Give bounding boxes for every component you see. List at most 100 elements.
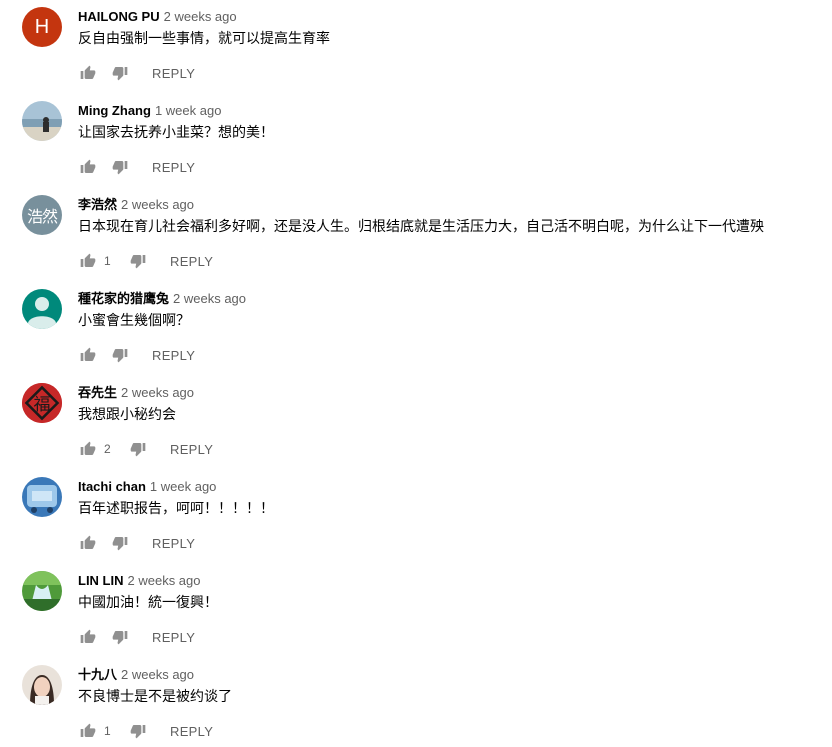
avatar[interactable]: 浩然 bbox=[22, 195, 62, 235]
thumb-down-icon bbox=[130, 441, 146, 457]
comment-timestamp[interactable]: 2 weeks ago bbox=[128, 573, 201, 588]
author-name[interactable]: Itachi chan bbox=[78, 479, 146, 494]
thumb-up-icon bbox=[80, 535, 96, 551]
author-name[interactable]: 種花家的猎鹰兔 bbox=[78, 291, 169, 306]
avatar[interactable] bbox=[22, 665, 62, 705]
like-button[interactable] bbox=[80, 159, 96, 175]
avatar-initials: 浩然 bbox=[26, 207, 58, 226]
comment-header: 十九八 2 weeks ago bbox=[78, 666, 194, 684]
comment-header: HAILONG PU 2 weeks ago bbox=[78, 8, 237, 26]
thumb-up-icon bbox=[80, 629, 96, 645]
like-button[interactable] bbox=[80, 723, 96, 739]
comment-toolbar: REPLY bbox=[78, 343, 195, 367]
thumb-down-icon bbox=[112, 65, 128, 81]
author-name[interactable]: LIN LIN bbox=[78, 573, 124, 588]
dislike-button[interactable] bbox=[112, 535, 128, 551]
avatar[interactable] bbox=[22, 289, 62, 329]
thumb-up-icon bbox=[80, 723, 96, 739]
like-button[interactable] bbox=[80, 441, 96, 457]
comment-item: Ming Zhang 1 week ago 让国家去抚养小韭菜？想的美！ REPLY bbox=[0, 101, 832, 195]
comment-timestamp[interactable]: 2 weeks ago bbox=[121, 385, 194, 400]
dislike-button[interactable] bbox=[130, 253, 146, 269]
like-count: 2 bbox=[104, 442, 111, 456]
comment-text: 反自由强制一些事情，就可以提高生育率 bbox=[78, 31, 330, 47]
comment-text: 让国家去抚养小韭菜？想的美！ bbox=[78, 125, 274, 141]
comment-text: 日本现在育儿社会福利多好啊，还是没人生。归根结底就是生活压力大，自己活不明白呢，… bbox=[78, 219, 764, 235]
dislike-button[interactable] bbox=[130, 441, 146, 457]
avatar[interactable] bbox=[22, 571, 62, 611]
dislike-button[interactable] bbox=[112, 159, 128, 175]
thumb-up-icon bbox=[80, 65, 96, 81]
comment-text: 小蜜會生幾個啊？ bbox=[78, 313, 190, 329]
author-name[interactable]: 李浩然 bbox=[78, 197, 117, 212]
like-button[interactable] bbox=[80, 253, 96, 269]
comment-timestamp[interactable]: 2 weeks ago bbox=[173, 291, 246, 306]
author-name[interactable]: 十九八 bbox=[78, 667, 117, 682]
dislike-button[interactable] bbox=[112, 347, 128, 363]
thumb-down-icon bbox=[112, 629, 128, 645]
comment-text: 中國加油！統一復興！ bbox=[78, 595, 218, 611]
game-photo-icon bbox=[22, 477, 62, 517]
reply-button[interactable]: REPLY bbox=[152, 348, 195, 363]
author-name[interactable]: 吞先生 bbox=[78, 385, 117, 400]
dislike-button[interactable] bbox=[112, 629, 128, 645]
author-name[interactable]: HAILONG PU bbox=[78, 9, 160, 24]
svg-text:福: 福 bbox=[34, 395, 51, 415]
comment-toolbar: REPLY bbox=[78, 625, 195, 649]
thumb-down-icon bbox=[130, 253, 146, 269]
comment-timestamp[interactable]: 1 week ago bbox=[150, 479, 217, 494]
thumb-up-icon bbox=[80, 347, 96, 363]
like-button[interactable] bbox=[80, 65, 96, 81]
comment-header: Itachi chan 1 week ago bbox=[78, 478, 216, 496]
comment-item: 福 吞先生 2 weeks ago 我想跟小秘约会 2 REPLY bbox=[0, 383, 832, 477]
comment-text: 我想跟小秘约会 bbox=[78, 407, 176, 423]
comment-toolbar: 2 REPLY bbox=[78, 437, 213, 461]
avatar[interactable]: 福 bbox=[22, 383, 62, 423]
comment-toolbar: REPLY bbox=[78, 61, 195, 85]
comment-item: 種花家的猎鹰兔 2 weeks ago 小蜜會生幾個啊？ REPLY bbox=[0, 289, 832, 383]
dislike-button[interactable] bbox=[112, 65, 128, 81]
comment-timestamp[interactable]: 1 week ago bbox=[155, 103, 222, 118]
like-button[interactable] bbox=[80, 347, 96, 363]
author-name[interactable]: Ming Zhang bbox=[78, 103, 151, 118]
comment-text: 不良博士是不是被约谈了 bbox=[78, 689, 232, 705]
avatar[interactable] bbox=[22, 101, 62, 141]
comment-header: 李浩然 2 weeks ago bbox=[78, 196, 194, 214]
comment-item: LIN LIN 2 weeks ago 中國加油！統一復興！ REPLY bbox=[0, 571, 832, 665]
comment-header: 吞先生 2 weeks ago bbox=[78, 384, 194, 402]
default-user-icon bbox=[28, 297, 56, 329]
reply-button[interactable]: REPLY bbox=[152, 160, 195, 175]
comment-toolbar: 1 REPLY bbox=[78, 719, 213, 743]
reply-button[interactable]: REPLY bbox=[152, 66, 195, 81]
comment-header: LIN LIN 2 weeks ago bbox=[78, 572, 201, 590]
reply-button[interactable]: REPLY bbox=[170, 442, 213, 457]
avatar[interactable]: H bbox=[22, 7, 62, 47]
thumb-down-icon bbox=[112, 535, 128, 551]
comment-toolbar: REPLY bbox=[78, 155, 195, 179]
comment-header: 種花家的猎鹰兔 2 weeks ago bbox=[78, 290, 246, 308]
comment-timestamp[interactable]: 2 weeks ago bbox=[121, 667, 194, 682]
avatar[interactable] bbox=[22, 477, 62, 517]
comment-toolbar: 1 REPLY bbox=[78, 249, 213, 273]
comment-item: H HAILONG PU 2 weeks ago 反自由强制一些事情，就可以提高生育率… bbox=[0, 7, 832, 101]
reply-button[interactable]: REPLY bbox=[152, 536, 195, 551]
comment-item: Itachi chan 1 week ago 百年述职报告，呵呵！！！！！ REPLY bbox=[0, 477, 832, 571]
comment-timestamp[interactable]: 2 weeks ago bbox=[164, 9, 237, 24]
comment-item: 浩然 李浩然 2 weeks ago 日本现在育儿社会福利多好啊，还是没人生。归根结底… bbox=[0, 195, 832, 289]
comment-header: Ming Zhang 1 week ago bbox=[78, 102, 221, 120]
girl-photo-icon bbox=[22, 665, 62, 705]
thumb-down-icon bbox=[130, 723, 146, 739]
reply-button[interactable]: REPLY bbox=[170, 724, 213, 739]
like-count: 1 bbox=[104, 254, 111, 268]
comment-item: 十九八 2 weeks ago 不良博士是不是被约谈了 1 REPLY bbox=[0, 665, 832, 747]
like-button[interactable] bbox=[80, 535, 96, 551]
like-button[interactable] bbox=[80, 629, 96, 645]
dislike-button[interactable] bbox=[130, 723, 146, 739]
comment-timestamp[interactable]: 2 weeks ago bbox=[121, 197, 194, 212]
reply-button[interactable]: REPLY bbox=[170, 254, 213, 269]
beach-photo-icon bbox=[22, 101, 62, 141]
thumb-down-icon bbox=[112, 159, 128, 175]
thumb-down-icon bbox=[112, 347, 128, 363]
like-count: 1 bbox=[104, 724, 111, 738]
reply-button[interactable]: REPLY bbox=[152, 630, 195, 645]
